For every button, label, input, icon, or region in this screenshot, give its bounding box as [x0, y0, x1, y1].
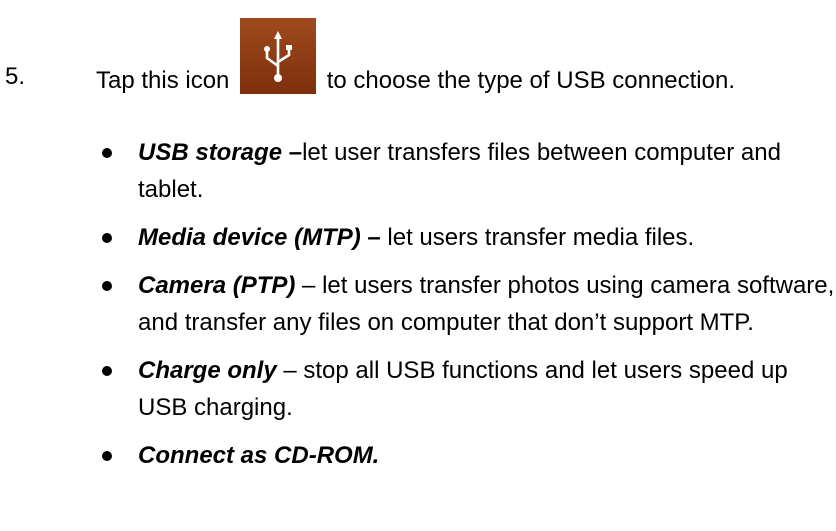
option-charge-only: Charge only – stop all USB functions and… [96, 352, 836, 426]
option-usb-storage: USB storage –let user transfers files be… [96, 134, 836, 208]
usb-connection-options: USB storage –let user transfers files be… [96, 134, 836, 485]
step-number: 5. [5, 63, 26, 90]
step-instruction: Tap this icon to choose the type of USB … [96, 18, 816, 98]
option-description: let users transfer media files. [380, 224, 695, 251]
usb-icon [240, 18, 317, 94]
step-text-before-icon: Tap this icon [96, 67, 237, 94]
option-term: USB storage – [138, 139, 303, 166]
option-camera: Camera (PTP) – let users transfer photos… [96, 267, 836, 341]
option-media-device: Media device (MTP) – let users transfer … [96, 219, 836, 256]
option-term: Media device (MTP) – [138, 224, 381, 251]
option-cd-rom: Connect as CD-ROM. [96, 437, 836, 474]
option-term: Camera (PTP) [138, 272, 296, 299]
step-text-after-icon: to choose the type of USB connection. [320, 67, 736, 94]
option-term: Charge only [138, 357, 277, 384]
option-term: Connect as CD-ROM. [138, 442, 380, 469]
